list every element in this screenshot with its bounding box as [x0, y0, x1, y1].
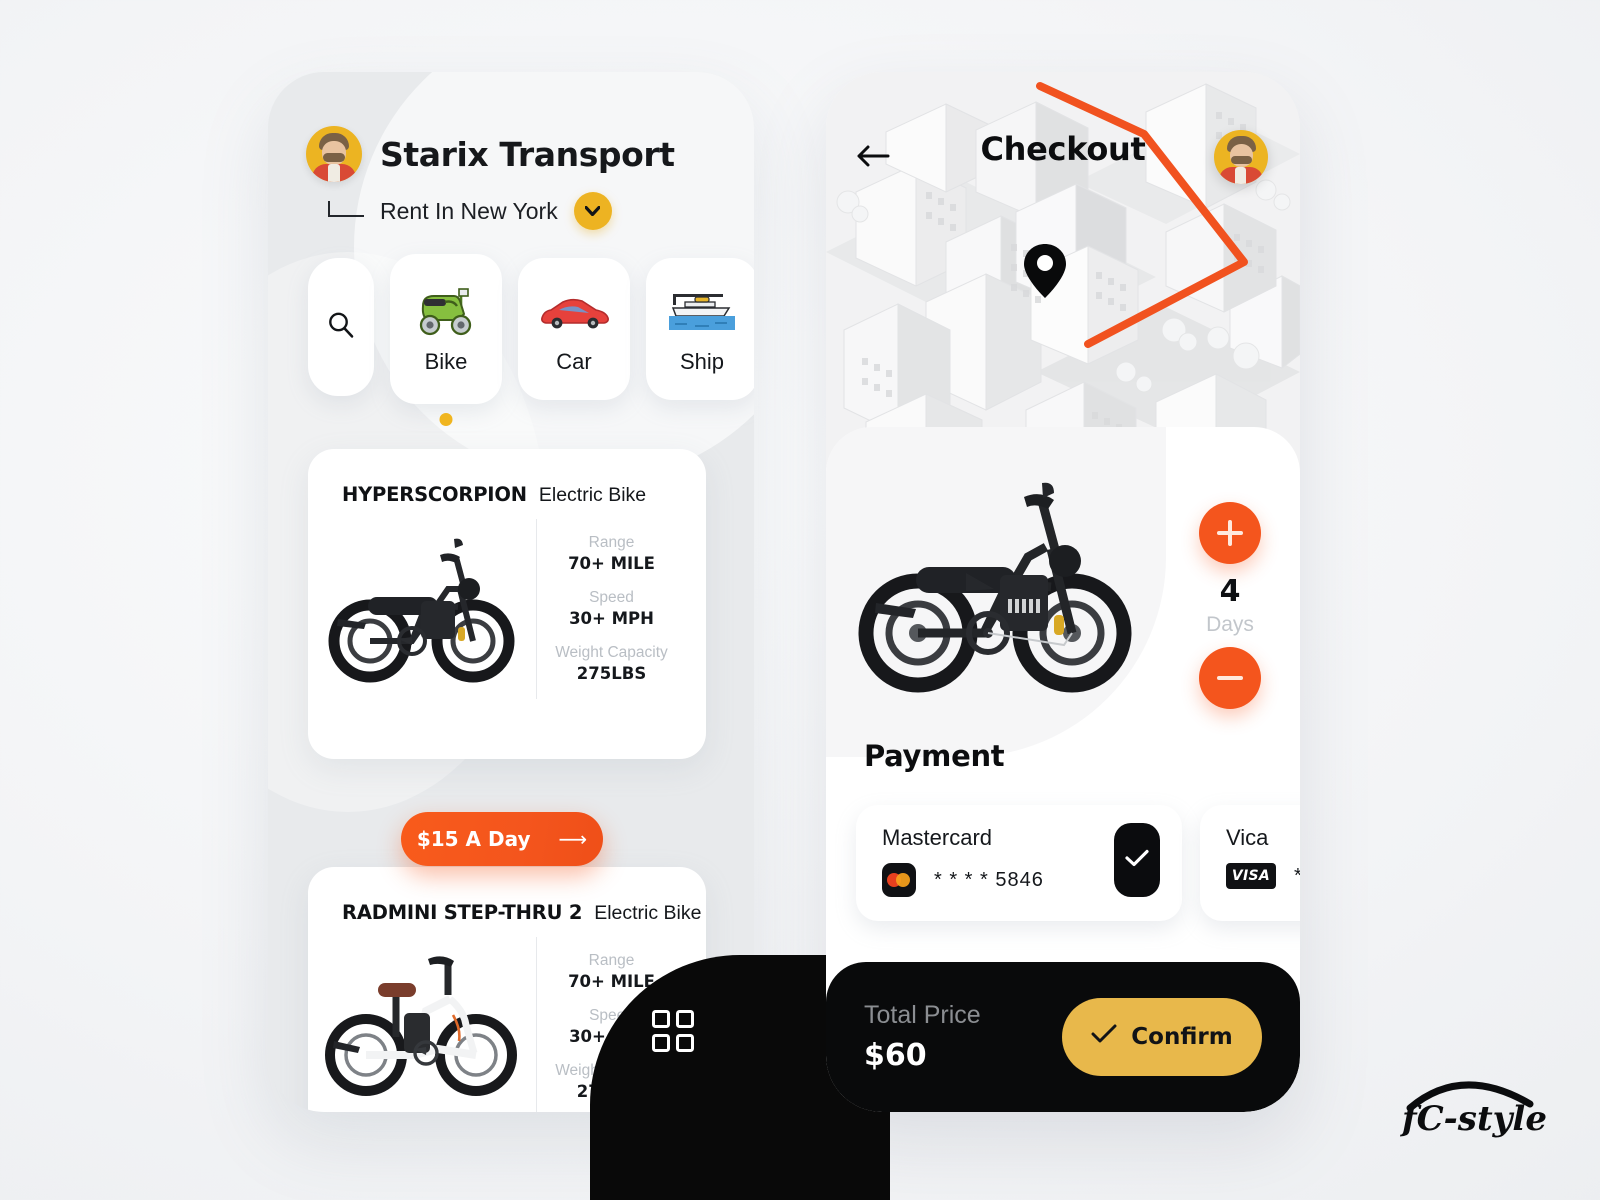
listing-name: RADMINI STEP-THRU 2	[342, 901, 583, 924]
location-pin-icon[interactable]	[1022, 242, 1068, 305]
visa-icon: VISA	[1226, 863, 1276, 889]
category-tab-ship[interactable]: Ship	[646, 258, 754, 400]
price-button[interactable]: $15 A Day ⟶	[401, 812, 603, 866]
listing-title: HYPERSCORPION Electric Bike	[308, 449, 706, 507]
price-label: $15 A Day	[416, 827, 531, 851]
category-strip: Bike Car Ship	[308, 254, 754, 426]
spec-value: 70+ MILE	[568, 553, 655, 573]
minus-icon	[1217, 676, 1243, 680]
spec-key: Weight Capacity	[555, 643, 668, 661]
selected-indicator-dot	[439, 413, 453, 426]
spec-value: 70+ MILE	[568, 971, 655, 991]
search-icon	[326, 310, 356, 345]
page-title: Starix Transport	[380, 134, 675, 174]
payment-heading: Payment	[864, 739, 1005, 773]
mastercard-icon	[882, 863, 916, 897]
days-value: 4	[1219, 574, 1241, 609]
spec-key: Speed	[589, 588, 634, 606]
avatar[interactable]	[1214, 130, 1268, 184]
brand-header: Starix Transport	[306, 126, 675, 182]
arrow-right-icon: ⟶	[558, 827, 588, 851]
ship-icon	[665, 283, 739, 341]
listing-image	[308, 519, 536, 699]
listing-type: Electric Bike	[538, 484, 647, 506]
check-icon	[1091, 1024, 1117, 1050]
selected-vehicle-image	[846, 465, 1166, 705]
category-tab-bike[interactable]: Bike	[390, 254, 502, 426]
checkout-sheet: 4 Days Payment Mastercard * * * * 5846 V…	[826, 427, 1300, 1112]
elbow-connector-icon	[328, 201, 364, 217]
watermark-logo: fC-style	[1392, 1068, 1562, 1142]
spec-value: 30+ MPH	[569, 608, 654, 628]
payment-method-mastercard[interactable]: Mastercard * * * * 5846	[856, 805, 1182, 921]
location-selector[interactable]: Rent In New York	[328, 192, 612, 230]
total-price-value: $60	[864, 1038, 927, 1073]
confirm-label: Confirm	[1131, 1024, 1233, 1050]
listing-image	[308, 937, 536, 1112]
category-label: Bike	[424, 349, 468, 374]
total-price-label: Total Price	[864, 1001, 981, 1029]
listing-specs: Range 70+ MILE Speed 30+ MPH Weight Capa…	[536, 519, 706, 699]
scooter-icon	[409, 283, 483, 341]
card-number-masked: * *	[1294, 865, 1300, 888]
phone-screen-home: Starix Transport Rent In New York Bike C…	[268, 72, 754, 1112]
check-icon	[1125, 849, 1149, 872]
plus-icon	[1217, 520, 1243, 546]
card-number-masked: * * * * 5846	[934, 868, 1044, 891]
payment-method-name: Vica	[1226, 825, 1269, 850]
decrease-days-button[interactable]	[1199, 647, 1261, 709]
grid-menu-icon	[652, 1010, 694, 1052]
listing-type: Electric Bike	[594, 902, 702, 924]
total-price-bar: Total Price $60 Confirm	[826, 962, 1300, 1112]
svg-text:fC-style: fC-style	[1400, 1099, 1547, 1139]
search-button[interactable]	[308, 258, 374, 396]
spec-key: Range	[588, 951, 635, 969]
duration-stepper: 4 Days	[1198, 502, 1262, 709]
spec-key: Range	[588, 533, 635, 551]
location-label: Rent In New York	[380, 197, 558, 224]
listing-card[interactable]: HYPERSCORPION Electric Bike Range 70+ MI…	[308, 449, 706, 759]
listing-title: RADMINI STEP-THRU 2 Electric Bike	[308, 867, 706, 925]
confirm-button[interactable]: Confirm	[1062, 998, 1262, 1076]
payment-method-visa[interactable]: Vica VISA * *	[1200, 805, 1300, 921]
avatar[interactable]	[306, 126, 362, 182]
payment-selected-checkbox[interactable]	[1114, 823, 1160, 897]
category-label: Ship	[679, 349, 725, 374]
category-tab-car[interactable]: Car	[518, 258, 630, 400]
days-unit-label: Days	[1206, 613, 1254, 636]
category-label: Car	[556, 349, 592, 374]
phone-screen-checkout: Checkout 4 Days Payment Mastercard * * *…	[826, 72, 1300, 1112]
chevron-down-icon[interactable]	[573, 192, 612, 230]
payment-method-list: Mastercard * * * * 5846 Vica VISA	[856, 805, 1300, 921]
spec-value: 275LBS	[576, 663, 647, 683]
car-icon	[537, 283, 611, 341]
payment-method-name: Mastercard	[882, 825, 993, 850]
increase-days-button[interactable]	[1199, 502, 1261, 564]
listing-name: HYPERSCORPION	[342, 483, 527, 506]
